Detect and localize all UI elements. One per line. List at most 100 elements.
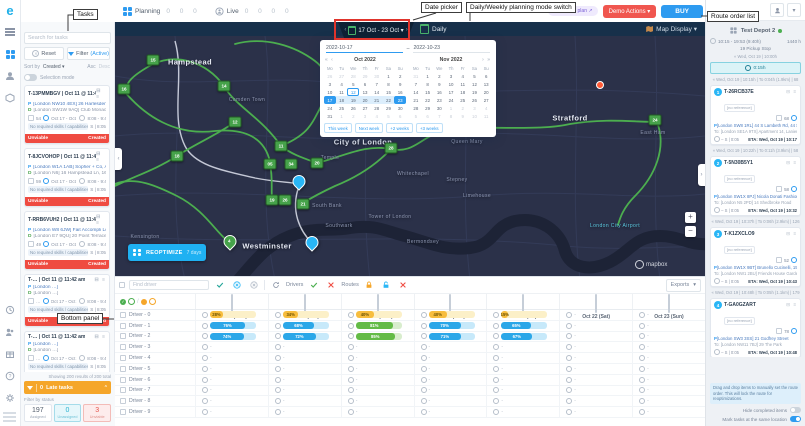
calendar-day[interactable]: 3 xyxy=(469,104,481,112)
calendar-day[interactable]: 1 xyxy=(383,72,395,80)
schedule-cell[interactable]: - xyxy=(413,363,487,374)
schedule-cell[interactable]: - xyxy=(413,396,487,407)
driver-checkbox[interactable] xyxy=(120,322,126,329)
schedule-cell[interactable]: - xyxy=(195,396,268,407)
route-stop-marker[interactable]: 19 xyxy=(265,194,279,206)
calendar-day[interactable]: 2 xyxy=(457,104,469,112)
collapse-sidebar-tab[interactable]: ‹ xyxy=(115,148,122,170)
calendar-day[interactable]: 6 xyxy=(422,112,434,120)
calendar-day[interactable]: 26 xyxy=(324,72,336,80)
calendar-day[interactable]: 4 xyxy=(336,80,348,88)
calendar-day[interactable]: 30 xyxy=(371,72,383,80)
select-all-drivers-checkbox[interactable] xyxy=(119,282,125,288)
schedule-cell[interactable]: - xyxy=(267,353,341,363)
schedule-cell[interactable]: - xyxy=(559,320,632,331)
driver-row[interactable]: Driver - 9 - - - - - - - xyxy=(115,407,705,418)
status-counter-assigned[interactable]: 197 Assigned xyxy=(24,404,52,422)
schedule-cell[interactable]: - xyxy=(195,385,268,396)
mark-tasks-toggle[interactable] xyxy=(790,416,801,422)
schedule-cell[interactable]: - xyxy=(559,342,632,353)
collapse-caret-icon[interactable]: ⌃ xyxy=(104,385,108,391)
selection-mode-toggle[interactable] xyxy=(24,74,37,81)
schedule-cell[interactable]: - xyxy=(340,396,414,407)
route-stop-card[interactable]: 3 T-K1ZXCLO9 ⊟ ≡ [no reference] 52 P[London S… xyxy=(710,227,801,287)
schedule-cell[interactable]: - xyxy=(559,310,632,320)
stop-icons[interactable]: ⊟ ≡ xyxy=(786,231,797,237)
calendar-day[interactable]: 8 xyxy=(445,112,457,120)
live-mode-tab[interactable]: Live 0 0 0 0 xyxy=(215,6,293,16)
schedule-cell[interactable]: - xyxy=(632,342,705,353)
driver-row[interactable]: Driver - 3 - - - - - - - xyxy=(115,342,705,354)
schedule-cell[interactable]: 72% xyxy=(267,331,341,342)
schedule-cell[interactable]: 68% xyxy=(267,320,341,331)
task-card[interactable]: T-8JCVOHOP | Oct 11 @ 11:42 am⊟ ≡P[Londo… xyxy=(24,148,110,207)
driver-checkbox[interactable] xyxy=(120,311,126,318)
calendar-day[interactable]: 6 xyxy=(394,112,406,120)
month-nav-arrows[interactable]: « ‹ xyxy=(325,57,334,63)
refresh-icon[interactable] xyxy=(269,280,282,291)
calendar-day[interactable]: 4 xyxy=(480,104,492,112)
calendar-day[interactable]: 2 xyxy=(433,72,445,80)
driver-row[interactable]: Driver - 4 - - - - - - - xyxy=(115,353,705,364)
calendar-day[interactable]: 12 xyxy=(469,80,481,88)
route-stop-card[interactable]: 4 T-GA0GZART ⊟ ≡ [no reference] 78 P[London S… xyxy=(710,298,801,357)
schedule-cell[interactable]: - xyxy=(267,385,341,396)
schedule-cell[interactable]: - xyxy=(340,407,414,417)
schedule-cell[interactable]: - xyxy=(340,363,414,374)
calendar-day[interactable]: 6 xyxy=(480,72,492,80)
task-checkbox[interactable] xyxy=(28,115,34,121)
calendar-day[interactable]: 28 xyxy=(410,104,422,112)
task-card[interactable]: T-RRB6VUH2 | Oct 11 @ 11:42 am⊟ ≡P[Londo… xyxy=(24,211,110,270)
task-card-icons[interactable]: ⊟ ≡ xyxy=(96,214,106,226)
schedule-cell[interactable]: 76% xyxy=(195,320,268,331)
planning-mode-tab[interactable]: Planning 0 0 0 xyxy=(123,6,201,16)
calendar-day[interactable]: 5 xyxy=(383,112,395,120)
calendar-day[interactable]: 17 xyxy=(445,88,457,96)
driver-checkbox[interactable] xyxy=(120,409,126,416)
calendar-day[interactable]: 24 xyxy=(445,96,457,104)
driver-row[interactable]: Driver - 1 76% 68% 81% 70% 65% - - xyxy=(115,320,705,332)
calendar-day[interactable]: 21 xyxy=(410,96,422,104)
sort-value-dropdown[interactable]: Created ▾ xyxy=(43,64,65,70)
calendar-day[interactable]: 26 xyxy=(469,96,481,104)
calendar-day[interactable]: 11 xyxy=(336,88,348,96)
task-card-icons[interactable]: ⊟ ≡ xyxy=(96,151,106,163)
driver-checkbox[interactable] xyxy=(120,344,126,351)
schedule-cell[interactable]: - xyxy=(486,342,559,353)
calendar-day[interactable]: 3 xyxy=(359,112,371,120)
calendar-day[interactable]: 12 xyxy=(347,88,359,96)
clear-icon[interactable] xyxy=(247,280,260,291)
calendar-day[interactable]: 30 xyxy=(433,104,445,112)
tasks-icon[interactable] xyxy=(0,90,20,106)
stop-icons[interactable]: ⊟ ≡ xyxy=(786,89,797,95)
schedule-cell[interactable]: - xyxy=(632,407,705,417)
history-icon[interactable] xyxy=(0,302,20,318)
schedule-cell[interactable]: - xyxy=(559,331,632,342)
driver-row[interactable]: Driver - 0 28% 34% 40% 40% 15% - - xyxy=(115,310,705,321)
task-card[interactable]: T-13PMMBGV | Oct 11 @ 11:42 am⊟ ≡P[Londo… xyxy=(24,85,110,144)
map-display-dropdown[interactable]: Map Display ▾ xyxy=(646,25,697,33)
schedule-cell[interactable]: - xyxy=(486,396,559,407)
hide-completed-toggle[interactable] xyxy=(790,407,801,413)
task-card-icons[interactable]: ⊟ ≡ xyxy=(96,88,106,100)
schedule-cell[interactable]: - xyxy=(559,374,632,385)
route-stop-marker[interactable]: 05 xyxy=(263,158,277,170)
calendar-day[interactable]: 24 xyxy=(324,104,336,112)
find-driver-input[interactable] xyxy=(129,280,209,290)
schedule-cell[interactable]: - xyxy=(413,342,487,353)
demo-actions-button[interactable]: Demo Actions ▾ xyxy=(602,4,657,18)
calendar-day[interactable]: 9 xyxy=(394,80,406,88)
task-card-icons[interactable]: ⊟ ≡ xyxy=(95,277,107,283)
calendar-day[interactable]: 16 xyxy=(394,88,406,96)
schedule-cell[interactable]: - xyxy=(559,353,632,363)
zoom-out-button[interactable]: − xyxy=(685,226,696,237)
schedule-cell[interactable]: - xyxy=(413,374,487,385)
schedule-cell[interactable]: - xyxy=(632,353,705,363)
schedule-cell[interactable]: - xyxy=(559,385,632,396)
route-stop-marker[interactable]: 18 xyxy=(170,150,184,162)
calendar-day[interactable]: 18 xyxy=(457,88,469,96)
help-icon[interactable]: ? xyxy=(0,368,20,384)
drivers-approve-icon[interactable] xyxy=(307,280,320,291)
stop-icons[interactable]: ⊟ ≡ xyxy=(786,160,797,166)
calendar-day[interactable]: 10 xyxy=(445,80,457,88)
